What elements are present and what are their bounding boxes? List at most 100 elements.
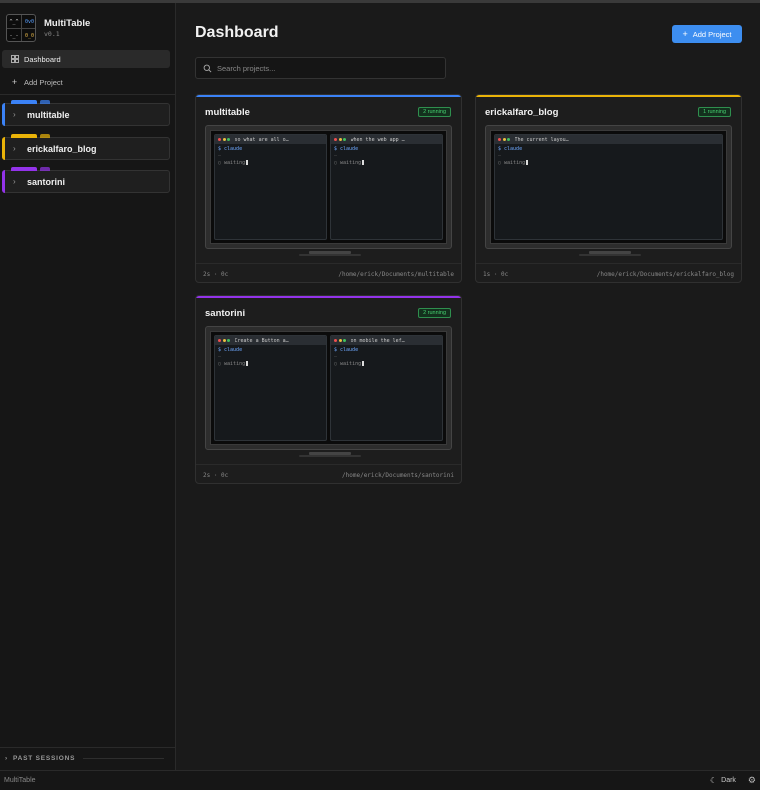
search-input[interactable] bbox=[217, 63, 427, 73]
sidebar: ^_^ 0v0 -_- 0_0 MultiTable v0.1 Dashboar… bbox=[0, 3, 176, 770]
running-badge: 1 running bbox=[698, 107, 731, 117]
monitor-screen: Create a Button a… $ claude — ▯ waiting … bbox=[210, 331, 447, 445]
project-color-bar bbox=[2, 137, 5, 160]
terminal-titlebar: The current layou… bbox=[495, 135, 722, 144]
terminal-preview[interactable]: The current layou… $ claude — ▯ waiting bbox=[494, 134, 723, 240]
terminal-separator: — bbox=[218, 153, 222, 159]
sidebar-project-name: multitable bbox=[27, 109, 70, 120]
grid-icon bbox=[10, 55, 19, 64]
card-color-bar bbox=[476, 95, 741, 97]
chevron-right-icon[interactable]: › bbox=[13, 144, 23, 153]
terminal-status: ▯ waiting bbox=[331, 160, 442, 167]
add-project-button[interactable]: + Add Project bbox=[672, 25, 742, 43]
sidebar-project-erickalfaro-blog[interactable]: › erickalfaro_blog bbox=[2, 134, 170, 160]
page-title: Dashboard bbox=[195, 24, 279, 41]
terminal-status-text: waiting bbox=[340, 160, 362, 166]
terminal-preview[interactable]: Create a Button a… $ claude — ▯ waiting bbox=[214, 335, 327, 441]
plus-icon: + bbox=[11, 77, 18, 87]
sidebar-project-name: santorini bbox=[27, 176, 66, 187]
terminal-command: $ claude bbox=[218, 146, 243, 152]
card-path: /home/erick/Documents/erickalfaro_blog bbox=[596, 270, 734, 278]
brand-text: MultiTable v0.1 bbox=[44, 18, 90, 38]
terminal-status: ▯ waiting bbox=[215, 160, 326, 167]
terminal-status: ▯ waiting bbox=[495, 160, 722, 167]
search-icon bbox=[203, 64, 212, 72]
terminal-preview[interactable]: when the web app … $ claude — ▯ waiting bbox=[330, 134, 443, 240]
monitor-base bbox=[299, 254, 361, 256]
monitor-base bbox=[299, 455, 361, 457]
monitor-screen: so what are all o… $ claude — ▯ waiting … bbox=[210, 130, 447, 244]
terminal-cursor bbox=[246, 361, 249, 366]
terminal-title: Create a Button a… bbox=[234, 337, 289, 344]
terminal-preview[interactable]: so what are all o… $ claude — ▯ waiting bbox=[214, 134, 327, 240]
monitor-preview[interactable]: Create a Button a… $ claude — ▯ waiting … bbox=[205, 326, 452, 450]
past-sessions-toggle[interactable]: › PAST SESSIONS bbox=[0, 747, 176, 769]
card-stats: 2s · 0c bbox=[203, 471, 229, 479]
terminal-command: $ claude bbox=[334, 347, 359, 353]
project-session-tabs bbox=[11, 100, 50, 104]
terminal-titlebar: so what are all o… bbox=[215, 135, 326, 144]
terminal-preview[interactable]: on mobile the lef… $ claude — ▯ waiting bbox=[330, 335, 443, 441]
status-bar: MultiTable ☾ Dark ⚙ bbox=[0, 770, 760, 790]
terminal-separator: — bbox=[334, 153, 338, 159]
chevron-right-icon[interactable]: › bbox=[13, 177, 23, 186]
search-box bbox=[195, 57, 446, 79]
logo-face-3: -_- bbox=[7, 29, 22, 41]
terminal-titlebar: Create a Button a… bbox=[215, 336, 326, 345]
nav-dashboard[interactable]: Dashboard bbox=[2, 50, 170, 68]
sidebar-project-multitable[interactable]: › multitable bbox=[2, 100, 170, 126]
project-card-santorini[interactable]: santorini 2 running Create a Button a… $… bbox=[195, 295, 462, 484]
app-version: v0.1 bbox=[44, 30, 60, 38]
card-project-name: erickalfaro_blog bbox=[485, 107, 559, 118]
project-session-tabs bbox=[11, 167, 50, 171]
logo-face-4: 0_0 bbox=[24, 33, 35, 39]
terminal-titlebar: when the web app … bbox=[331, 135, 442, 144]
theme-label: Dark bbox=[721, 777, 736, 784]
terminal-cursor bbox=[526, 160, 529, 165]
card-footer: 2s · 0c /home/erick/Documents/multitable bbox=[196, 263, 461, 282]
app-logo: ^_^ 0v0 -_- 0_0 bbox=[6, 14, 36, 42]
logo-face-2: 0v0 bbox=[22, 15, 35, 29]
monitor-screen: The current layou… $ claude — ▯ waiting bbox=[490, 130, 727, 244]
terminal-status-text: waiting bbox=[224, 160, 246, 166]
sidebar-divider bbox=[0, 94, 176, 95]
terminal-status: ▯ waiting bbox=[331, 361, 442, 368]
monitor-base bbox=[579, 254, 641, 256]
project-color-bar bbox=[2, 170, 5, 193]
card-footer: 2s · 0c /home/erick/Documents/santorini bbox=[196, 464, 461, 483]
terminal-cursor bbox=[246, 160, 249, 165]
terminal-cursor bbox=[362, 361, 365, 366]
terminal-separator: — bbox=[218, 354, 222, 360]
project-session-tabs bbox=[11, 134, 50, 138]
terminal-separator: — bbox=[498, 153, 502, 159]
terminal-cursor bbox=[362, 160, 365, 165]
past-sessions-label: PAST SESSIONS bbox=[12, 755, 76, 762]
terminal-title: so what are all o… bbox=[234, 136, 289, 143]
card-color-bar bbox=[196, 95, 461, 97]
sidebar-project-santorini[interactable]: › santorini bbox=[2, 167, 170, 193]
terminal-status: ▯ waiting bbox=[215, 361, 326, 368]
terminal-command: $ claude bbox=[218, 347, 243, 353]
status-app-name: MultiTable bbox=[4, 777, 36, 784]
nav-add-project[interactable]: + Add Project bbox=[2, 73, 170, 91]
card-path: /home/erick/Documents/multitable bbox=[338, 270, 454, 278]
monitor-preview[interactable]: so what are all o… $ claude — ▯ waiting … bbox=[205, 125, 452, 249]
nav-dashboard-label: Dashboard bbox=[24, 54, 61, 64]
nav-add-project-label: Add Project bbox=[24, 77, 63, 87]
moon-icon: ☾ bbox=[709, 776, 718, 785]
terminal-titlebar: on mobile the lef… bbox=[331, 336, 442, 345]
project-card-multitable[interactable]: multitable 2 running so what are all o… … bbox=[195, 94, 462, 283]
gear-icon[interactable]: ⚙ bbox=[748, 775, 756, 786]
monitor-preview[interactable]: The current layou… $ claude — ▯ waiting bbox=[485, 125, 732, 249]
terminal-status-text: waiting bbox=[224, 361, 246, 367]
project-card-erickalfaro-blog[interactable]: erickalfaro_blog 1 running The current l… bbox=[475, 94, 742, 283]
theme-toggle[interactable]: ☾ Dark bbox=[710, 776, 736, 785]
running-badge: 2 running bbox=[418, 107, 451, 117]
card-project-name: santorini bbox=[205, 308, 246, 319]
card-stats: 2s · 0c bbox=[203, 270, 229, 278]
terminal-status-text: waiting bbox=[504, 160, 526, 166]
chevron-right-icon[interactable]: › bbox=[13, 110, 23, 119]
card-path: /home/erick/Documents/santorini bbox=[342, 471, 454, 479]
chevron-right-icon: › bbox=[5, 755, 8, 762]
terminal-title: on mobile the lef… bbox=[350, 337, 405, 344]
